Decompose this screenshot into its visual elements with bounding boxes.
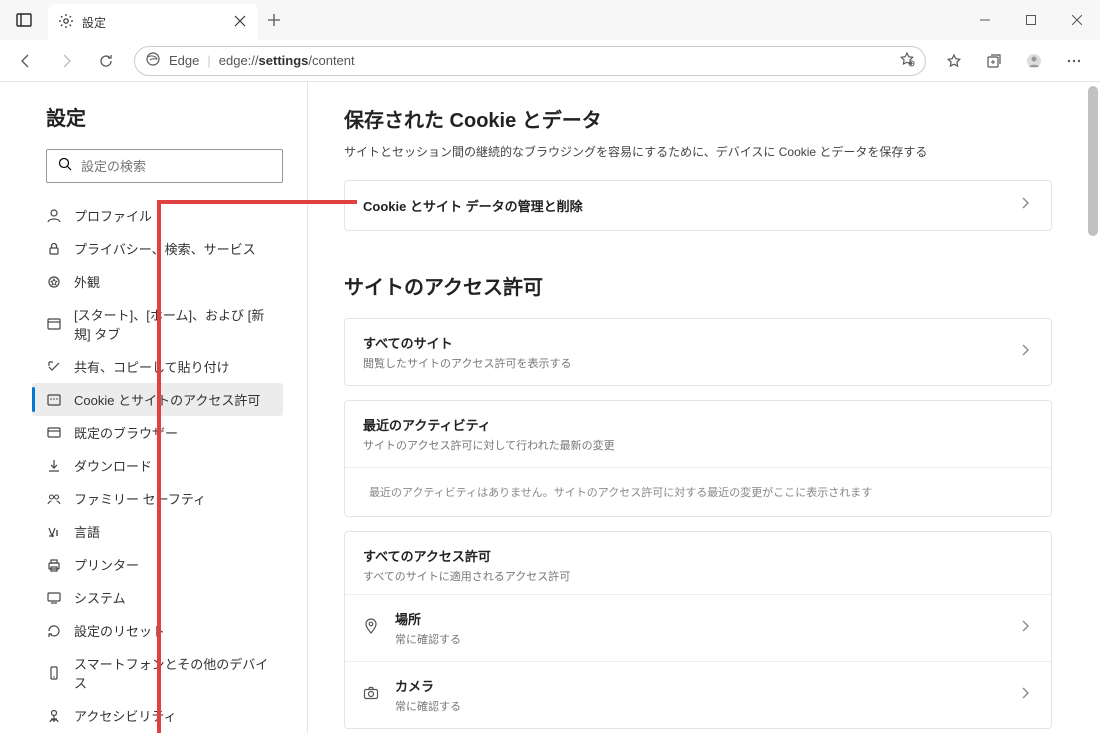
- page-subtitle: サイトとセッション間の継続的なブラウジングを容易にするために、デバイスに Coo…: [344, 143, 1052, 160]
- maximize-button[interactable]: [1008, 0, 1054, 40]
- forward-button[interactable]: [48, 43, 84, 79]
- sidebar-item-4[interactable]: 共有、コピーして貼り付け: [32, 350, 283, 383]
- chevron-right-icon: [1017, 685, 1033, 706]
- sidebar-item-12[interactable]: 設定のリセット: [32, 614, 283, 647]
- search-icon: [57, 156, 73, 177]
- new-tab-button[interactable]: [258, 0, 290, 40]
- nav-icon: [46, 491, 62, 507]
- chevron-right-icon: [1017, 618, 1033, 639]
- recent-activity-empty: 最近のアクティビティはありません。サイトのアクセス許可に対する最近の変更がここに…: [345, 467, 1051, 516]
- recent-activity-header: 最近のアクティビティ サイトのアクセス許可に対して行われた最新の変更: [345, 401, 1051, 467]
- sidebar-item-14[interactable]: アクセシビリティ: [32, 699, 283, 732]
- nav-icon: [46, 316, 62, 332]
- profile-button[interactable]: [1016, 43, 1052, 79]
- minimize-button[interactable]: [962, 0, 1008, 40]
- nav-icon: [46, 590, 62, 606]
- sidebar-item-2[interactable]: 外観: [32, 265, 283, 298]
- cookie-card: Cookie とサイト データの管理と削除: [344, 180, 1052, 231]
- sidebar-item-11[interactable]: システム: [32, 581, 283, 614]
- permission-camera[interactable]: カメラ 常に確認する: [345, 661, 1051, 728]
- close-window-button[interactable]: [1054, 0, 1100, 40]
- collections-button[interactable]: [976, 43, 1012, 79]
- nav-icon: [46, 241, 62, 257]
- sidebar-item-13[interactable]: スマートフォンとその他のデバイス: [32, 647, 283, 699]
- sidebar-item-5[interactable]: Cookie とサイトのアクセス許可: [32, 383, 283, 416]
- sidebar-item-7[interactable]: ダウンロード: [32, 449, 283, 482]
- more-button[interactable]: [1056, 43, 1092, 79]
- edge-icon: [145, 51, 161, 70]
- tab-actions-button[interactable]: [0, 0, 48, 40]
- location-icon: [363, 618, 381, 639]
- all-permissions-header: すべてのアクセス許可 すべてのサイトに適用されるアクセス許可: [345, 532, 1051, 594]
- camera-icon: [363, 685, 381, 706]
- search-input[interactable]: [81, 159, 272, 174]
- chevron-right-icon: [1017, 342, 1033, 363]
- refresh-button[interactable]: [88, 43, 124, 79]
- favorites-button[interactable]: [936, 43, 972, 79]
- back-button[interactable]: [8, 43, 44, 79]
- sidebar-item-8[interactable]: ファミリー セーフティ: [32, 482, 283, 515]
- browser-tab[interactable]: 設定: [48, 4, 258, 40]
- nav-icon: [46, 458, 62, 474]
- sidebar-title: 設定: [46, 102, 283, 131]
- address-bar[interactable]: Edge | edge://settings/content: [134, 46, 926, 76]
- nav-icon: [46, 274, 62, 290]
- favorites-star-icon[interactable]: [899, 51, 915, 70]
- manage-cookies-row[interactable]: Cookie とサイト データの管理と削除: [345, 181, 1051, 230]
- nav-icon: [46, 359, 62, 375]
- nav-icon: [46, 557, 62, 573]
- tab-title: 設定: [82, 14, 106, 31]
- page-heading: 保存された Cookie とデータ: [344, 104, 1052, 133]
- nav-icon: [46, 208, 62, 224]
- chevron-right-icon: [1017, 195, 1033, 216]
- titlebar: 設定: [0, 0, 1100, 40]
- nav-icon: [46, 392, 62, 408]
- address-prefix: Edge: [169, 53, 199, 68]
- nav-icon: [46, 665, 62, 681]
- sidebar-item-9[interactable]: 言語: [32, 515, 283, 548]
- sidebar-item-0[interactable]: プロファイル: [32, 199, 283, 232]
- gear-icon: [58, 13, 74, 32]
- settings-sidebar: 設定 プロファイルプライバシー、検索、サービス外観[スタート]、[ホーム]、およ…: [0, 82, 308, 733]
- nav-icon: [46, 708, 62, 724]
- settings-search[interactable]: [46, 149, 283, 183]
- sidebar-item-10[interactable]: プリンター: [32, 548, 283, 581]
- section-heading: サイトのアクセス許可: [344, 271, 1052, 300]
- sidebar-item-1[interactable]: プライバシー、検索、サービス: [32, 232, 283, 265]
- sidebar-item-6[interactable]: 既定のブラウザー: [32, 416, 283, 449]
- sidebar-item-3[interactable]: [スタート]、[ホーム]、および [新規] タブ: [32, 298, 283, 350]
- permission-location[interactable]: 場所 常に確認する: [345, 594, 1051, 661]
- scrollbar[interactable]: [1088, 86, 1098, 236]
- settings-main: 保存された Cookie とデータ サイトとセッション間の継続的なブラウジングを…: [308, 82, 1100, 733]
- nav-icon: [46, 425, 62, 441]
- toolbar: Edge | edge://settings/content: [0, 40, 1100, 82]
- nav-icon: [46, 524, 62, 540]
- nav-icon: [46, 623, 62, 639]
- all-sites-row[interactable]: すべてのサイト 閲覧したサイトのアクセス許可を表示する: [345, 319, 1051, 385]
- close-tab-button[interactable]: [232, 13, 248, 32]
